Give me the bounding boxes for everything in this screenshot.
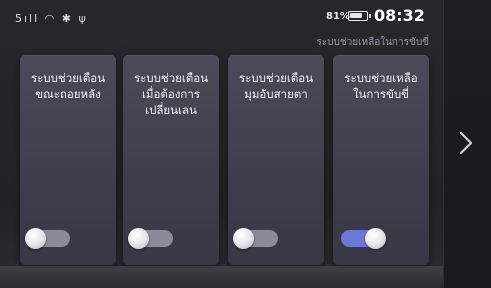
card-blind-spot-warning[interactable]: ระบบช่วยเตือน มุมอับสายตา bbox=[228, 55, 324, 265]
card-title: ระบบช่วยเหลือ ในการขับขี่ bbox=[344, 71, 418, 101]
chevron-right-icon[interactable] bbox=[455, 128, 477, 158]
reverse-warning-toggle[interactable] bbox=[25, 228, 70, 249]
toggle-knob bbox=[25, 228, 46, 249]
card-title: ระบบช่วยเตือน มุมอับสายตา bbox=[238, 71, 314, 101]
card-lane-change-warning[interactable]: ระบบช่วยเตือน เมื่อต้องการ เปลี่ยนเลน bbox=[123, 55, 219, 265]
card-driving-assist[interactable]: ระบบช่วยเหลือ ในการขับขี่ bbox=[333, 55, 429, 265]
lane-change-warning-toggle[interactable] bbox=[128, 228, 173, 249]
status-bar: 5ıll ◠ ✱ ψ 81% 08:32 bbox=[0, 6, 443, 30]
blind-spot-warning-toggle[interactable] bbox=[233, 228, 278, 249]
reflection bbox=[0, 266, 443, 288]
card-title: ระบบช่วยเตือน ขณะถอยหลัง bbox=[30, 71, 106, 101]
card-reverse-warning[interactable]: ระบบช่วยเตือน ขณะถอยหลัง bbox=[20, 55, 116, 265]
battery-percent: 81% bbox=[326, 11, 350, 22]
toggle-knob bbox=[365, 228, 386, 249]
toggle-knob bbox=[233, 228, 254, 249]
clock: 08:32 bbox=[374, 6, 425, 25]
card-title: ระบบช่วยเตือน เมื่อต้องการ เปลี่ยนเลน bbox=[133, 71, 209, 117]
toggle-knob bbox=[128, 228, 149, 249]
screen: 5ıll ◠ ✱ ψ 81% 08:32 ระบบช่วยเหลือในการข… bbox=[0, 0, 491, 288]
main-panel: 5ıll ◠ ✱ ψ 81% 08:32 ระบบช่วยเหลือในการข… bbox=[0, 0, 443, 288]
page-subtitle: ระบบช่วยเหลือในการขับขี่ bbox=[316, 37, 429, 48]
driving-assist-toggle[interactable] bbox=[341, 228, 386, 249]
status-icons: 5ıll ◠ ✱ ψ bbox=[15, 12, 88, 25]
battery-icon bbox=[348, 11, 371, 21]
